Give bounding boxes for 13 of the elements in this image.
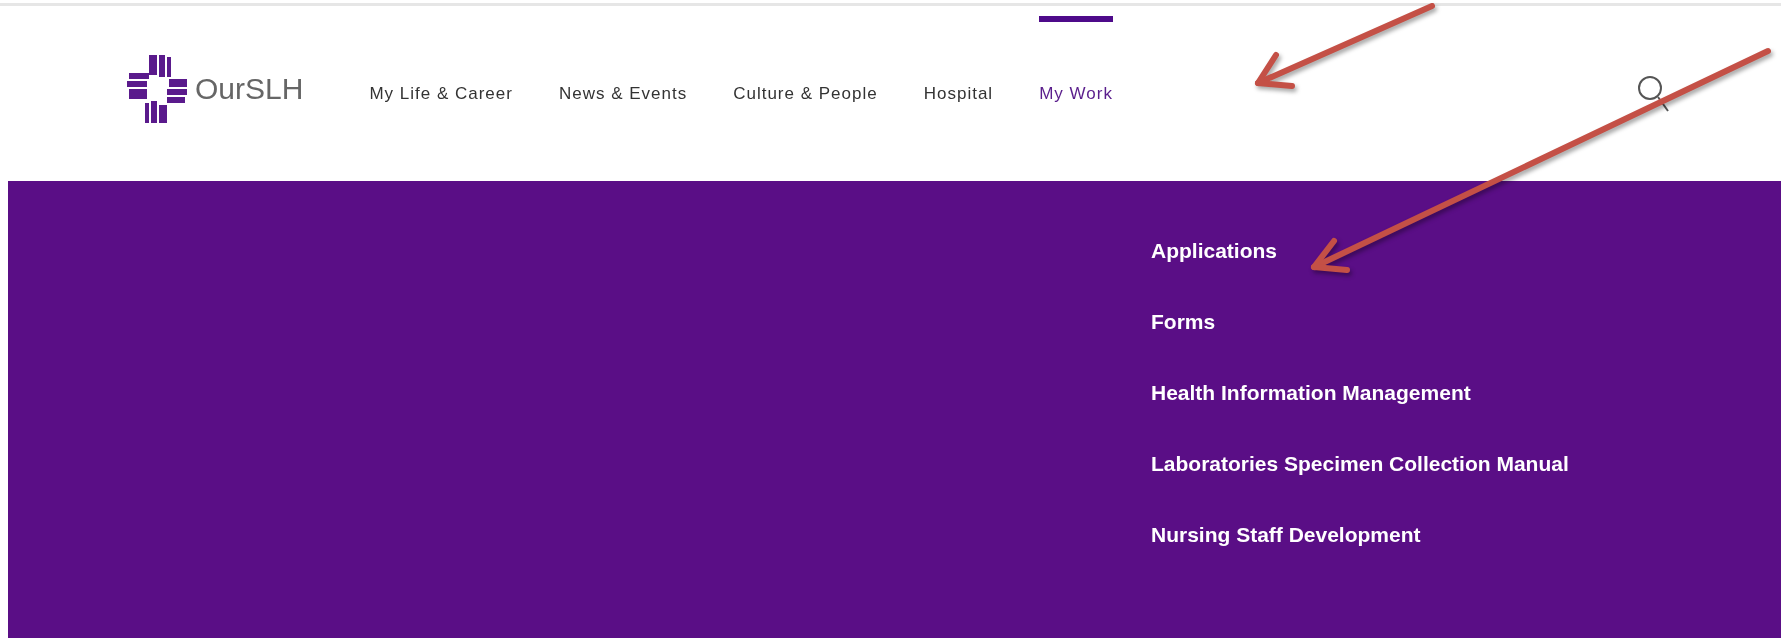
nav-tab[interactable]: Culture & People (733, 6, 878, 181)
menu-link[interactable]: Health Information Management (1151, 381, 1471, 404)
menu-link[interactable]: Forms (1151, 310, 1216, 333)
nav-tab[interactable]: My Life & Career (369, 6, 513, 181)
cross-logo-icon (127, 52, 189, 125)
menu-link[interactable]: Applications (1151, 239, 1277, 262)
menu-link[interactable]: Nursing Staff Development (1151, 523, 1421, 546)
nav-tab[interactable]: My Work (1039, 6, 1113, 181)
search-icon[interactable] (1637, 74, 1671, 113)
menu-link[interactable]: Laboratories Specimen Collection Manual (1151, 452, 1569, 475)
logo-text: OurSLH (195, 71, 304, 106)
nav-tab[interactable]: Hospital (923, 6, 994, 181)
nav-tab[interactable]: News & Events (558, 6, 688, 181)
